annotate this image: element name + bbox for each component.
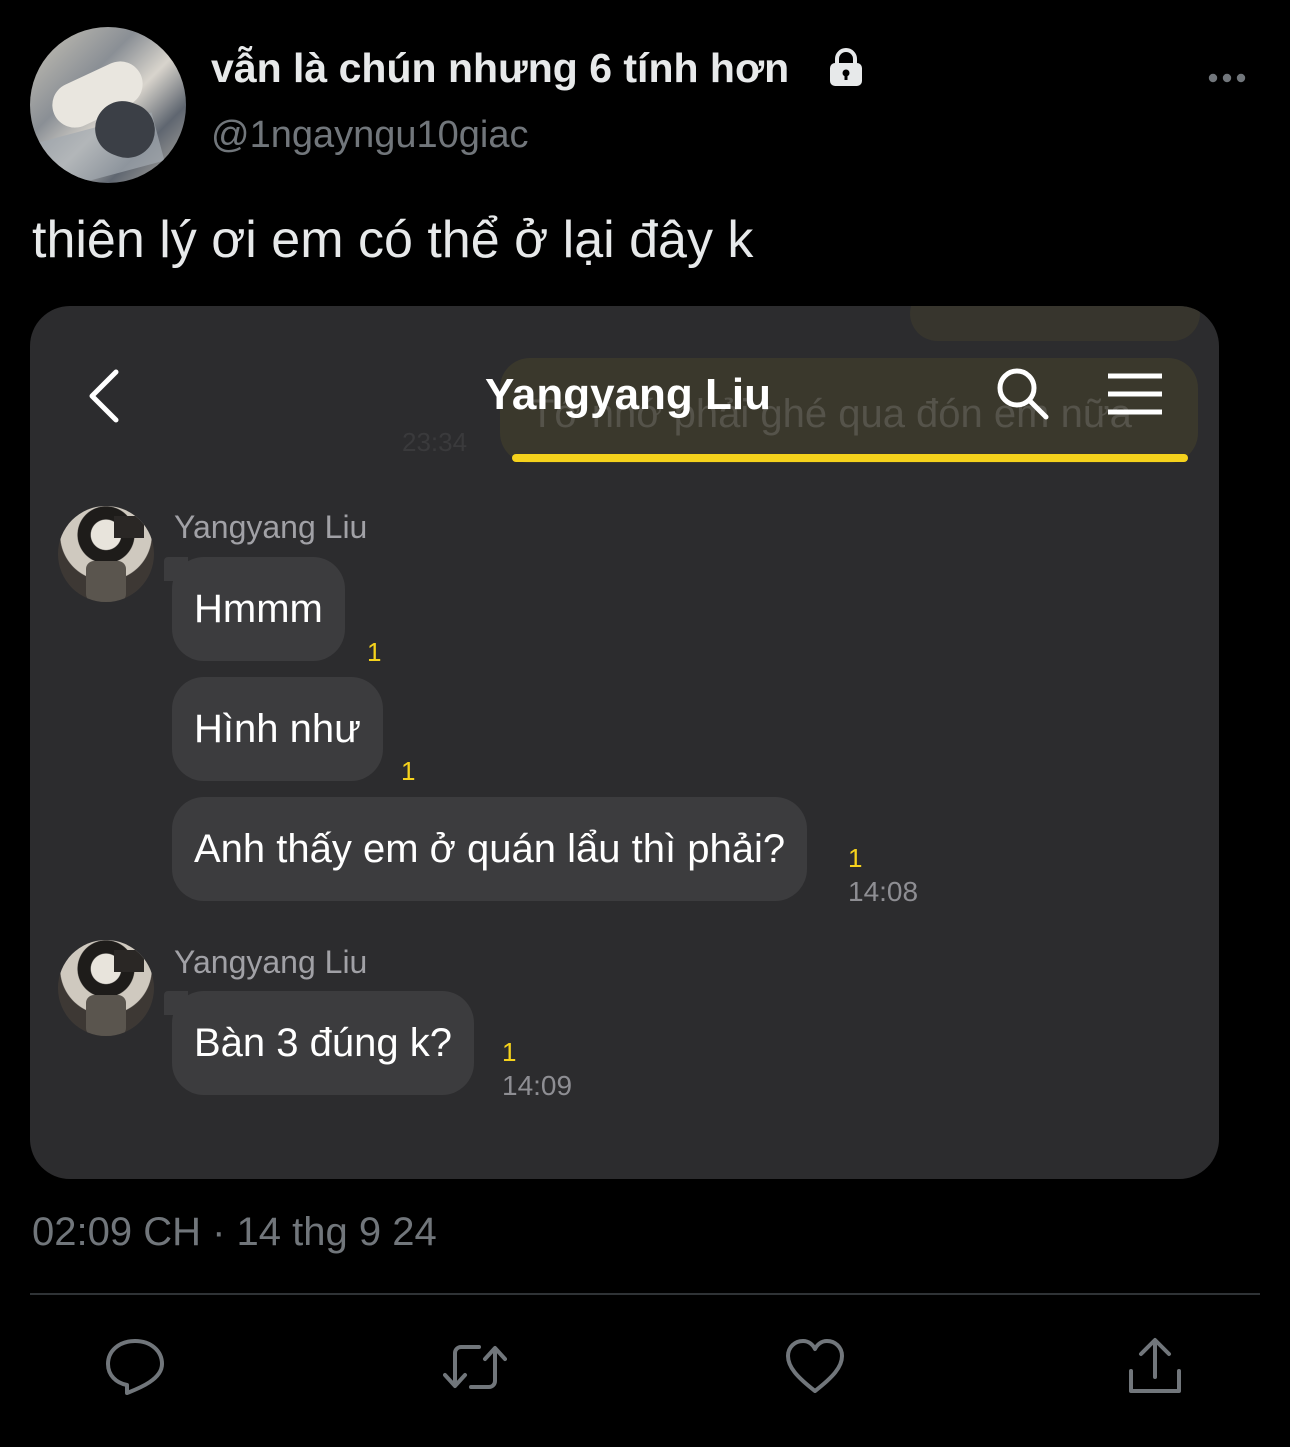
message-bubble: Hmmm (164, 557, 345, 661)
search-icon (997, 368, 1049, 420)
divider (30, 1293, 1260, 1295)
unread-count: 1 (848, 843, 863, 873)
share-icon[interactable] (1123, 1335, 1187, 1399)
message-bubble: Bàn 3 đúng k? (164, 991, 474, 1095)
author-handle[interactable]: @1ngayngu10giac (211, 114, 529, 157)
sender-name: Yangyang Liu (174, 944, 368, 980)
like-icon[interactable] (783, 1335, 847, 1399)
hamburger-menu-icon (1108, 373, 1162, 415)
sender-avatar (58, 506, 154, 602)
unread-count: 1 (502, 1037, 517, 1067)
message-bubble: Anh thấy em ở quán lẩu thì phải? (172, 797, 808, 901)
ghost-accent-line (512, 454, 1188, 462)
avatar-shape (86, 561, 126, 602)
tweet-timestamp[interactable]: 02:09 CH · 14 thg 9 24 (32, 1210, 437, 1255)
message-bubble: Hình như (172, 677, 383, 781)
author-avatar[interactable] (30, 27, 186, 183)
ghost-time: 23:34 (402, 427, 468, 457)
back-chevron-icon (89, 369, 119, 423)
avatar-shape (114, 516, 144, 538)
avatar-shape (114, 950, 144, 972)
lock-icon (830, 48, 862, 86)
avatar-shape (86, 995, 126, 1036)
message-time: 14:09 (502, 1070, 573, 1101)
message-time: 14:08 (848, 876, 919, 907)
chat-title: Yangyang Liu (484, 370, 772, 419)
unread-count: 1 (367, 637, 382, 667)
more-options-icon[interactable] (1207, 60, 1247, 90)
ghost-bubble (910, 306, 1200, 341)
reply-icon[interactable] (103, 1335, 167, 1399)
sender-name: Yangyang Liu (174, 509, 368, 545)
tweet-text: thiên lý ơi em có thể ở lại đây k (32, 211, 754, 269)
attached-image[interactable]: Tớ nhớ phải ghé qua đón em nữa 23:34 Yan… (30, 306, 1219, 1179)
sender-avatar (58, 940, 154, 1036)
retweet-icon[interactable] (443, 1335, 507, 1399)
author-display-name[interactable]: vẫn là chún nhưng 6 tính hơn (211, 45, 789, 92)
unread-count: 1 (401, 756, 416, 786)
